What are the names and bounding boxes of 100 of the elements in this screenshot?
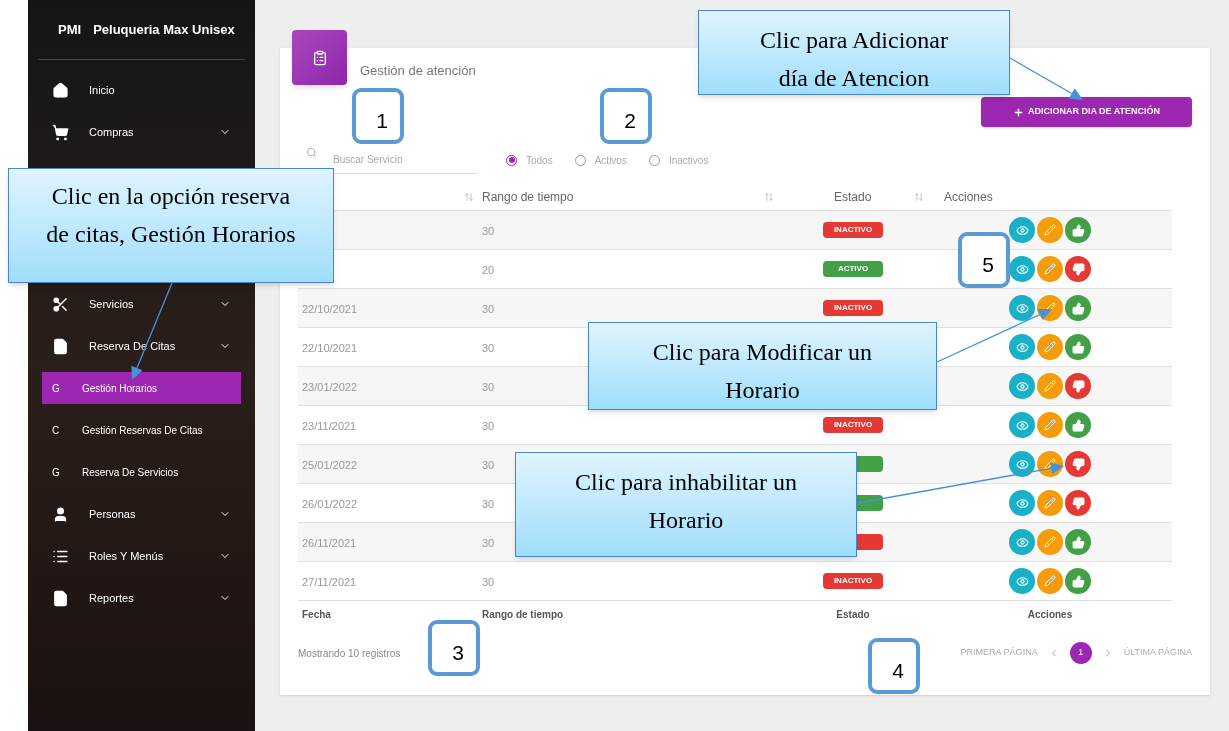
home-icon [52, 81, 69, 99]
status-badge: INACTIVO [823, 222, 883, 238]
page-number[interactable]: 1 [1069, 642, 1092, 664]
table-cell: 30 [482, 576, 495, 588]
view-button[interactable] [1009, 490, 1035, 516]
table-cell: 27/11/2021 [302, 576, 357, 588]
sort-icon[interactable] [464, 191, 474, 202]
document-icon [52, 589, 69, 607]
disable-button[interactable] [1065, 373, 1091, 399]
callout: Clic para inhabilitar un Horario [515, 452, 857, 557]
sidebar-item[interactable]: Roles Y Menús [42, 540, 241, 572]
edit-button[interactable] [1037, 334, 1063, 360]
enable-button[interactable] [1065, 568, 1091, 594]
edit-button[interactable] [1037, 490, 1063, 516]
thumbs-down-icon [1071, 379, 1085, 393]
logo-text: PMI [58, 20, 82, 39]
submenu-label: Reserva De Servicios [82, 465, 179, 480]
column-header[interactable]: Acciones [944, 187, 993, 206]
submenu-item[interactable]: C Gestión Reservas De Citas [42, 414, 241, 446]
view-button[interactable] [1009, 334, 1035, 360]
table-cell: 30 [482, 381, 495, 393]
enable-button[interactable] [1065, 412, 1091, 438]
edit-button[interactable] [1037, 217, 1063, 243]
view-button[interactable] [1009, 256, 1035, 282]
sidebar-item-label: Reserva De Citas [89, 338, 177, 354]
disable-button[interactable] [1065, 490, 1091, 516]
eye-icon [1015, 574, 1029, 588]
submenu-item[interactable]: G Gestión Horarios [42, 372, 241, 404]
person-icon [52, 505, 69, 523]
status-badge: ACTIVO [823, 261, 883, 277]
sidebar-item[interactable]: Inicio [42, 74, 241, 106]
view-button[interactable] [1009, 568, 1035, 594]
view-button[interactable] [1009, 529, 1035, 555]
column-header[interactable]: Estado [834, 187, 872, 206]
brand-name: Peluqueria Max Unisex [93, 20, 235, 39]
eye-icon [1015, 535, 1029, 549]
edit-button[interactable] [1037, 373, 1063, 399]
view-button[interactable] [1009, 451, 1035, 477]
sort-icon[interactable] [914, 191, 924, 202]
plus-icon [1012, 106, 1024, 118]
pencil-icon [1044, 575, 1056, 587]
table-cell: 22/10/2021 [302, 303, 358, 315]
submenu-item[interactable]: G Reserva De Servicios [42, 456, 241, 488]
pencil-icon [1044, 224, 1056, 236]
pencil-icon [1044, 263, 1056, 275]
record-count: Mostrando 10 registros [298, 646, 401, 661]
eye-icon [1015, 457, 1029, 471]
sidebar-item-label: Reportes [89, 590, 135, 606]
edit-button[interactable] [1037, 256, 1063, 282]
add-day-button[interactable]: ADICIONAR DIA DE ATENCIÓN [981, 97, 1192, 127]
thumbs-down-icon [1071, 262, 1085, 276]
sidebar-item[interactable]: Servicios [42, 288, 241, 320]
sidebar-item-label: Roles Y Menús [89, 548, 165, 564]
table-cell: 23/11/2021 [302, 420, 357, 432]
eye-icon [1015, 301, 1029, 315]
sort-icon[interactable] [764, 191, 774, 202]
view-button[interactable] [1009, 295, 1035, 321]
edit-button[interactable] [1037, 568, 1063, 594]
pencil-icon [1044, 536, 1056, 548]
submenu-abbreviation: G [52, 381, 61, 396]
clipboard-icon [311, 49, 328, 66]
view-button[interactable] [1009, 373, 1035, 399]
pencil-icon [1044, 458, 1056, 470]
column-footer: Estado [836, 606, 870, 622]
column-header[interactable]: Rango de tiempo [482, 187, 574, 206]
thumbs-up-icon [1071, 301, 1085, 315]
sidebar-item[interactable]: Personas [42, 498, 241, 530]
column-footer: Fecha [302, 606, 331, 622]
table-cell: 30 [482, 303, 495, 315]
table-cell: 30 [482, 498, 495, 510]
view-button[interactable] [1009, 217, 1035, 243]
number-marker: 1 [352, 88, 404, 144]
sidebar-item[interactable]: Reserva De Citas [42, 330, 241, 362]
callout: Clic para Modificar un Horario [588, 322, 937, 410]
eye-icon [1015, 379, 1029, 393]
sidebar-item-label: Personas [89, 506, 137, 522]
sidebar-item[interactable]: Reportes [42, 582, 241, 614]
search-icon [306, 146, 317, 158]
table-cell: 20 [482, 264, 495, 276]
submenu-abbreviation: G [52, 465, 61, 480]
edit-button[interactable] [1037, 529, 1063, 555]
sidebar-item-label: Servicios [89, 296, 135, 312]
table-cell: 26/01/2022 [302, 498, 358, 510]
disable-button[interactable] [1065, 451, 1091, 477]
edit-button[interactable] [1037, 412, 1063, 438]
callout: Clic para Adicionar día de Atencion [698, 10, 1010, 95]
number-marker: 4 [868, 638, 920, 694]
thumbs-up-icon [1071, 535, 1085, 549]
sidebar-item[interactable]: Compras [42, 116, 241, 148]
enable-button[interactable] [1065, 217, 1091, 243]
enable-button[interactable] [1065, 529, 1091, 555]
enable-button[interactable] [1065, 295, 1091, 321]
table-cell: 30 [482, 225, 495, 237]
table-cell: 30 [482, 342, 495, 354]
disable-button[interactable] [1065, 256, 1091, 282]
view-button[interactable] [1009, 412, 1035, 438]
thumbs-down-icon [1071, 457, 1085, 471]
enable-button[interactable] [1065, 334, 1091, 360]
eye-icon [1015, 262, 1029, 276]
table-cell: 23/01/2022 [302, 381, 358, 393]
